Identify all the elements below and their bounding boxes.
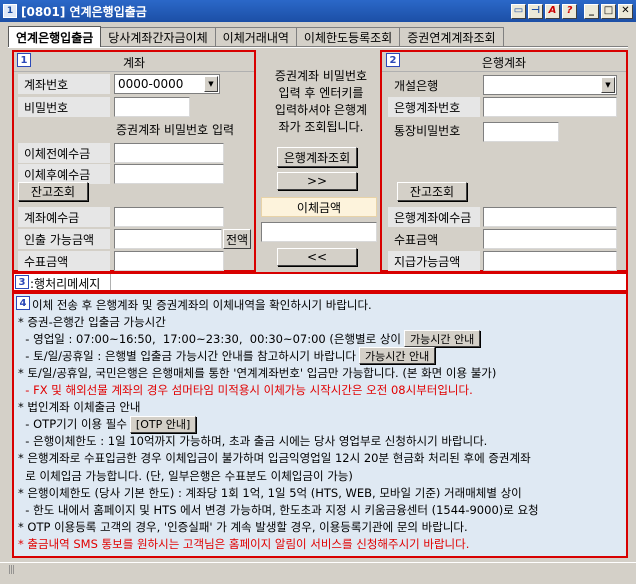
notice-line-text: - 한도 내에서 홈페이지 및 HTS 에서 변경 가능하며, 한도초과 지정 …	[18, 502, 539, 517]
notice-line-text: - 영업일 : 07:00~16:50, 17:00~23:30, 00:30~…	[18, 331, 402, 346]
password-hint: 증권계좌 비밀번호 입력	[116, 123, 235, 137]
check-amount-label: 수표금액	[18, 251, 110, 271]
notice-line: 이체 전송 후 은행계좌 및 증권계좌의 이체내역을 확인하시기 바랍니다.	[32, 296, 372, 313]
notice-line: - 한도 내에서 홈페이지 및 HTS 에서 변경 가능하며, 한도초과 지정 …	[18, 501, 539, 518]
title-bar: 1 [0801] 연계은행입출금 ▭ ⊣ A ? _ □ ✕	[0, 0, 636, 22]
bank-account-number-field[interactable]	[483, 97, 617, 117]
bank-deposit-label: 은행계좌예수금	[388, 207, 480, 227]
close-icon[interactable]: ✕	[618, 3, 633, 19]
maximize-icon[interactable]: □	[601, 3, 616, 19]
transfer-to-securities-button[interactable]: <<	[277, 248, 357, 266]
notice-line: * OTP 이용등록 고객의 경우, '인증실패' 가 계속 발생할 경우, 이…	[18, 518, 468, 535]
open-bank-select[interactable]: ▼	[483, 75, 617, 95]
transfer-amount-input[interactable]	[261, 222, 377, 242]
notice-line-text: - OTP기기 이용 필수	[18, 417, 127, 432]
account-deposit-field	[114, 207, 224, 227]
notice-line-text: * OTP 이용등록 고객의 경우, '인증실패' 가 계속 발생할 경우, 이…	[18, 519, 468, 534]
notice-line: 로 이체입금 가능합니다. (단, 일부은행은 수표분도 이체입금이 가능)	[18, 467, 353, 484]
notice-info-button[interactable]: 가능시간 안내	[404, 330, 481, 348]
window-title: [0801] 연계은행입출금	[21, 4, 147, 19]
pin-icon[interactable]: ⊣	[528, 3, 543, 19]
message-panel	[12, 272, 628, 292]
securities-balance-button[interactable]: 잔고조회	[18, 182, 88, 201]
notice-line-text: - 토/일/공휴일 : 은행별 입출금 가능시간 안내를 참고하시기 바랍니다	[18, 348, 356, 363]
help-icon[interactable]: ?	[562, 3, 577, 19]
after-transfer-deposit-label: 이체후예수금	[18, 164, 110, 184]
notice-line: * 출금내역 SMS 통보를 원하시는 고객님은 홈페이지 알림이 서비스를 신…	[18, 535, 469, 552]
password-input[interactable]	[114, 97, 190, 117]
notice-line: * 은행이체한도 (당사 기본 한도) : 계좌당 1회 1억, 1일 5억 (…	[18, 484, 522, 501]
check-amount-field	[114, 251, 224, 271]
tab-transfer-history[interactable]: 이체거래내역	[214, 27, 297, 47]
notice-line-text: - 은행이체한도 : 1일 10억까지 가능하며, 초과 출금 시에는 당사 영…	[18, 434, 488, 449]
notice-line: * 토/일/공휴일, 국민은행은 은행매체를 통한 '연계계좌번호' 입금만 가…	[18, 364, 496, 381]
notice-line: * 증권-은행간 입출금 가능시간	[18, 313, 166, 330]
chevron-down-icon[interactable]: ▼	[204, 76, 218, 92]
minimize-icon[interactable]: _	[584, 3, 599, 19]
notice-line: - 영업일 : 07:00~16:50, 17:00~23:30, 00:30~…	[18, 330, 481, 348]
withdrawable-amount-label: 인출 가능금액	[18, 229, 110, 249]
account-number-label: 계좌번호	[18, 74, 110, 94]
bank-check-amount-field	[483, 229, 617, 249]
before-transfer-deposit-label: 이체전예수금	[18, 143, 110, 163]
withdrawable-amount-field	[114, 229, 222, 249]
open-bank-label: 개설은행	[394, 78, 439, 93]
section-number: 3	[15, 275, 29, 289]
notice-line-text: 로 이체입금 가능합니다. (단, 일부은행은 수표분도 이체입금이 가능)	[18, 468, 353, 483]
tab-linked-accounts[interactable]: 증권연계계좌조회	[399, 27, 504, 47]
notice-line: - OTP기기 이용 필수 [OTP 안내]	[18, 415, 197, 433]
bank-account-number-label: 은행계좌번호	[388, 97, 480, 117]
notice-info-button[interactable]: [OTP 안내]	[129, 415, 197, 433]
transfer-amount-label: 이체금액	[261, 197, 377, 217]
before-transfer-deposit-field	[114, 143, 224, 163]
notice-line: - 은행이체한도 : 1일 10억까지 가능하며, 초과 출금 시에는 당사 영…	[18, 433, 487, 450]
chevron-down-icon[interactable]: ▼	[601, 77, 615, 93]
after-transfer-deposit-field	[114, 164, 224, 184]
notice-line: * 은행계좌로 수표입금한 경우 이체입금이 불가하며 입금익영업일 12시 2…	[18, 450, 531, 467]
status-bar	[0, 562, 636, 584]
bank-check-amount-label: 수표금액	[394, 232, 439, 247]
tab-transfer-limit[interactable]: 이체한도등록조회	[295, 27, 401, 47]
notice-line: - 토/일/공휴일 : 은행별 입출금 가능시간 안내를 참고하시기 바랍니다 가…	[18, 347, 436, 365]
bank-password-label: 통장비밀번호	[394, 123, 461, 138]
instruction-text: 증권계좌 비밀번호 입력 후 엔터키를 입력하셔야 은행계 좌가 조회됩니다.	[274, 69, 368, 134]
notice-line-text: * 증권-은행간 입출금 가능시간	[18, 314, 166, 329]
tab-internal-transfer[interactable]: 당사계좌간자금이체	[100, 27, 216, 47]
notice-line-text: * 은행계좌로 수표입금한 경우 이체입금이 불가하며 입금익영업일 12시 2…	[18, 451, 531, 466]
notice-line-text: * 토/일/공휴일, 국민은행은 은행매체를 통한 '연계계좌번호' 입금만 가…	[18, 365, 497, 380]
tab-bar: 연계은행입출금 당사계좌간자금이체 이체거래내역 이체한도등록조회 증권연계계좌…	[8, 26, 504, 47]
account-number-select[interactable]: 0000-0000 ▼	[114, 74, 220, 94]
message-label: :행처리메세지	[30, 277, 101, 291]
section-header: 계좌	[122, 55, 146, 70]
window-app-icon[interactable]: 1	[3, 4, 17, 18]
notice-line-text: * 출금내역 SMS 통보를 원하시는 고객님은 홈페이지 알림이 서비스를 신…	[18, 536, 470, 551]
screen-icon[interactable]: ▭	[511, 3, 526, 19]
password-label: 비밀번호	[18, 97, 110, 117]
payable-amount-label: 지급가능금액	[388, 251, 480, 271]
notice-line: - FX 및 해외선물 계좌의 경우 섬머타임 미적용시 이체가능 시작시간은 …	[18, 382, 473, 399]
bank-password-input[interactable]	[483, 122, 559, 142]
bank-balance-button[interactable]: 잔고조회	[397, 182, 467, 201]
notice-line: * 법인계좌 이체출금 안내	[18, 399, 141, 416]
account-deposit-label: 계좌예수금	[18, 207, 110, 227]
notice-line-text: - FX 및 해외선물 계좌의 경우 섬머타임 미적용시 이체가능 시작시간은 …	[18, 383, 473, 397]
section-header: 은행계좌	[481, 55, 527, 70]
grip-icon: |||	[8, 565, 15, 575]
bank-deposit-field	[483, 207, 617, 227]
bank-account-query-button[interactable]: 은행계좌조회	[277, 147, 357, 167]
notice-line-text: 이체 전송 후 은행계좌 및 증권계좌의 이체내역을 확인하시기 바랍니다.	[32, 297, 372, 312]
transfer-to-bank-button[interactable]: >>	[277, 172, 357, 190]
payable-amount-field	[483, 251, 617, 271]
tab-linked-bank[interactable]: 연계은행입출금	[8, 26, 102, 47]
section-number: 4	[16, 296, 30, 310]
notice-line-text: * 법인계좌 이체출금 안내	[18, 400, 141, 415]
notice-line-text: * 은행이체한도 (당사 기본 한도) : 계좌당 1회 1억, 1일 5억 (…	[18, 485, 522, 500]
notice-info-button[interactable]: 가능시간 안내	[359, 347, 436, 365]
all-amount-button[interactable]: 전액	[223, 229, 251, 249]
font-icon[interactable]: A	[545, 3, 560, 19]
